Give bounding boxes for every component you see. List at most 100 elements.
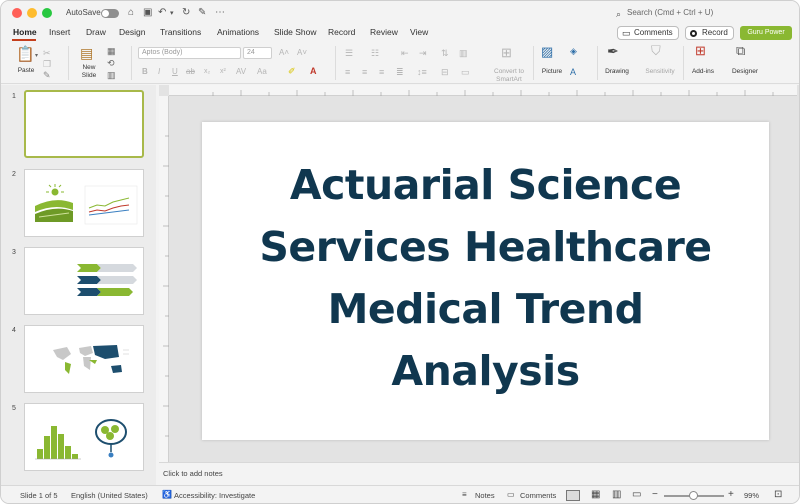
slide-canvas[interactable]: Actuarial Science Services Healthcare Me… xyxy=(202,122,769,440)
tab-insert[interactable]: Insert xyxy=(49,27,70,37)
tab-slide-show[interactable]: Slide Show xyxy=(274,27,317,37)
save-icon[interactable]: ▣ xyxy=(143,7,152,19)
zoom-in-icon[interactable]: + xyxy=(728,489,734,500)
language-status[interactable]: English (United States) xyxy=(71,491,148,500)
accessibility-status[interactable]: Accessibility: Investigate xyxy=(174,491,255,500)
search-input[interactable]: Search (Cmd + Ctrl + U) xyxy=(627,8,713,17)
bullets-icon[interactable]: ☰ xyxy=(345,48,353,58)
layout-icon[interactable]: ▦ xyxy=(107,46,116,56)
shapes-icon[interactable]: ◈ xyxy=(570,46,577,56)
fit-slide-icon[interactable]: ⊡ xyxy=(774,489,782,500)
line-spacing-icon[interactable]: ↕≡ xyxy=(417,67,427,77)
italic-icon[interactable]: I xyxy=(158,67,160,77)
tab-transitions[interactable]: Transitions xyxy=(160,27,201,37)
more-icon[interactable]: ⋯ xyxy=(215,7,225,19)
slideshow-view-icon[interactable]: ▭ xyxy=(632,489,641,500)
redo-icon[interactable]: ↻ xyxy=(182,7,190,19)
slide-title[interactable]: Actuarial Science Services Healthcare Me… xyxy=(202,154,769,402)
undo-dropdown-icon[interactable]: ▾ xyxy=(170,8,174,20)
shrink-font-icon[interactable]: A˅ xyxy=(297,48,307,58)
slide-thumbnails-panel[interactable]: 1 2 3 4 5 xyxy=(1,85,156,485)
font-size-select[interactable]: 24 xyxy=(243,47,272,59)
grow-font-icon[interactable]: A˄ xyxy=(279,48,289,58)
undo-icon[interactable]: ↶ xyxy=(158,7,166,19)
drawing-icon[interactable]: ✒ xyxy=(607,44,619,58)
superscript-icon[interactable]: x² xyxy=(220,67,226,77)
font-name-select[interactable]: Aptos (Body) xyxy=(138,47,241,59)
autosave-toggle[interactable] xyxy=(101,9,119,18)
smartart-icon[interactable]: ⊞ xyxy=(501,46,512,59)
align-text-icon[interactable]: ⊟ xyxy=(441,67,449,77)
title-line: Services Healthcare xyxy=(259,223,712,271)
highlight-icon[interactable]: ✐ xyxy=(288,66,296,76)
slide-thumbnail-1[interactable] xyxy=(24,90,144,158)
text-direction-icon[interactable]: ⇅ xyxy=(441,48,449,58)
text-box-icon[interactable]: ▭ xyxy=(461,67,470,77)
slide-sorter-icon[interactable]: ▦ xyxy=(591,489,600,500)
textbox-insert-icon[interactable]: A xyxy=(570,67,576,77)
tab-view[interactable]: View xyxy=(410,27,428,37)
designer-icon[interactable]: ⧉ xyxy=(736,44,745,57)
home-ribbon: 📋 ▾ Paste ✂ ❐ ✎ ▤ New Slide ▦ ⟲ ▥ Aptos … xyxy=(1,42,799,84)
increase-indent-icon[interactable]: ⇥ xyxy=(419,48,427,58)
comment-icon: ▭ xyxy=(622,28,631,38)
font-color-icon[interactable]: A xyxy=(310,66,317,76)
zoom-window-button[interactable] xyxy=(42,8,52,18)
reset-icon[interactable]: ⟲ xyxy=(107,58,115,68)
strikethrough-icon[interactable]: ab xyxy=(186,67,195,77)
minimize-window-button[interactable] xyxy=(27,8,37,18)
tab-draw[interactable]: Draw xyxy=(86,27,106,37)
accessibility-icon: ♿ xyxy=(162,490,172,499)
title-line: Medical Trend xyxy=(327,285,644,333)
slide-number: 3 xyxy=(12,249,16,256)
normal-view-icon[interactable] xyxy=(566,490,580,501)
sensitivity-icon[interactable]: ⛉ xyxy=(651,44,661,57)
character-spacing-icon[interactable]: AV xyxy=(236,67,246,77)
slide-thumbnail-4[interactable] xyxy=(24,325,144,393)
comments-toggle[interactable]: Comments xyxy=(520,491,556,500)
guru-power-button[interactable]: Guru Power xyxy=(740,26,792,40)
paste-dropdown-icon[interactable]: ▾ xyxy=(35,51,38,61)
addins-icon[interactable]: ⊞ xyxy=(695,44,706,57)
align-center-icon[interactable]: ≡ xyxy=(362,67,367,77)
histogram-funnel-thumbnail-art xyxy=(35,419,127,460)
close-window-button[interactable] xyxy=(12,8,22,18)
comments-button[interactable]: ▭ Comments xyxy=(617,26,679,40)
format-brush-icon[interactable]: ✎ xyxy=(43,70,51,80)
change-case-icon[interactable]: Aa xyxy=(257,67,267,77)
numbering-icon[interactable]: ☷ xyxy=(371,48,379,58)
tab-design[interactable]: Design xyxy=(119,27,145,37)
justify-icon[interactable]: ≣ xyxy=(396,67,404,77)
bold-icon[interactable]: B xyxy=(142,67,148,77)
zoom-out-icon[interactable]: − xyxy=(652,489,658,500)
columns-icon[interactable]: ▥ xyxy=(459,48,468,58)
tab-review[interactable]: Review xyxy=(370,27,398,37)
section-icon[interactable]: ▥ xyxy=(107,70,116,80)
underline-icon[interactable]: U xyxy=(172,67,178,77)
slide-thumbnail-5[interactable] xyxy=(24,403,144,471)
slide-number: 2 xyxy=(12,171,16,178)
format-painter-icon[interactable]: ✎ xyxy=(198,7,206,19)
paste-icon[interactable]: 📋 xyxy=(16,47,35,63)
slide-thumbnail-3[interactable] xyxy=(24,247,144,315)
align-right-icon[interactable]: ≡ xyxy=(379,67,384,77)
align-left-icon[interactable]: ≡ xyxy=(345,67,350,77)
home-icon[interactable]: ⌂ xyxy=(128,7,134,19)
slide-thumbnail-2[interactable] xyxy=(24,169,144,237)
subscript-icon[interactable]: x₂ xyxy=(204,67,210,77)
tab-home[interactable]: Home xyxy=(13,27,37,37)
notes-toggle[interactable]: Notes xyxy=(475,491,495,500)
decrease-indent-icon[interactable]: ⇤ xyxy=(401,48,409,58)
notes-pane[interactable]: Click to add notes xyxy=(159,462,799,484)
tab-record[interactable]: Record xyxy=(328,27,355,37)
notes-placeholder: Click to add notes xyxy=(163,469,223,478)
picture-icon[interactable]: ▨ xyxy=(541,45,553,58)
cut-icon[interactable]: ✂ xyxy=(43,48,51,58)
new-slide-icon[interactable]: ▤ xyxy=(80,46,93,61)
reading-view-icon[interactable]: ▥ xyxy=(612,489,621,500)
tab-animations[interactable]: Animations xyxy=(217,27,259,37)
zoom-level[interactable]: 99% xyxy=(744,491,759,500)
record-button[interactable]: Record xyxy=(685,26,734,40)
copy-icon[interactable]: ❐ xyxy=(43,59,51,69)
zoom-slider-handle[interactable] xyxy=(689,491,698,500)
